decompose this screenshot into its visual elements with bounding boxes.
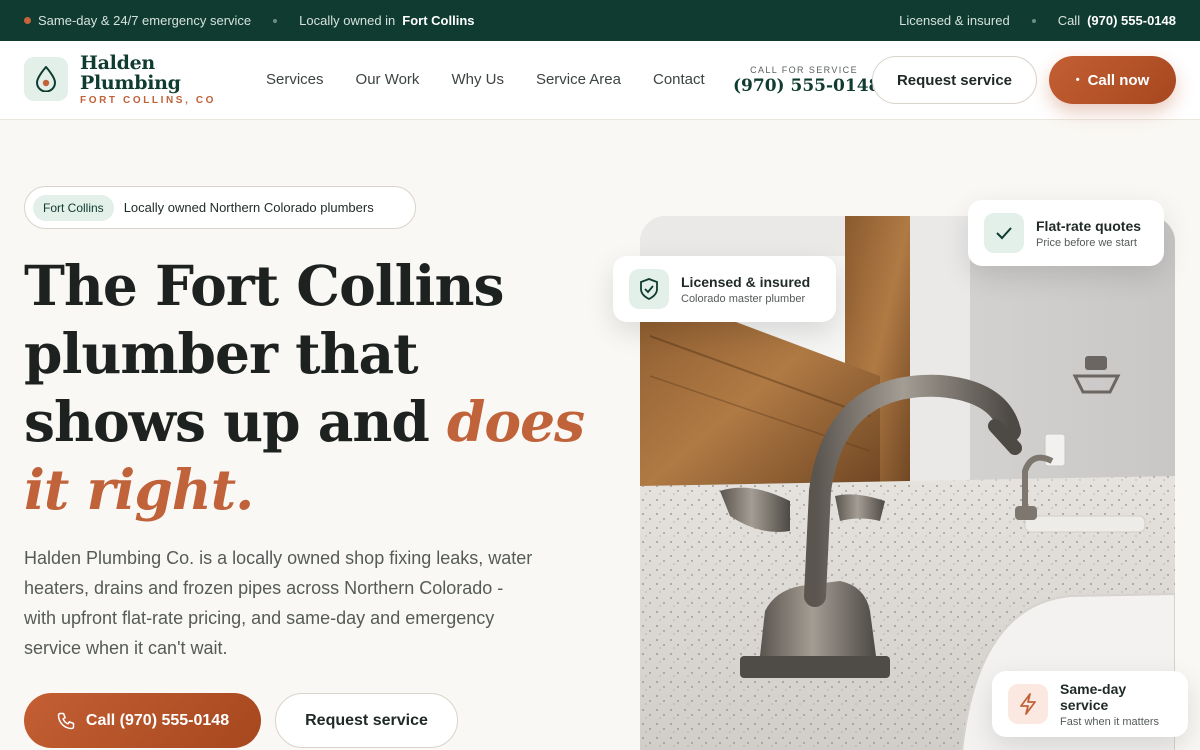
call-prefix: Call <box>1057 13 1081 28</box>
licensed-text: Licensed & insured <box>899 13 1010 28</box>
headline-line-3: shows up and <box>24 389 430 454</box>
flat-rate-card-subtitle: Price before we start <box>1036 236 1137 249</box>
logo-location: FORT COLLINS, CO <box>80 95 217 106</box>
headline-accent-1: does <box>446 389 585 454</box>
flat-rate-card: Flat-rate quotes Price before we start <box>968 200 1164 266</box>
local-prefix: Locally owned in <box>299 13 396 28</box>
emergency-notice: Same-day & 24/7 emergency service <box>24 13 251 28</box>
hero-call-label: Call (970) 555-0148 <box>85 711 230 729</box>
licensed-card-title: Licensed & insured <box>681 273 811 290</box>
nav-contact[interactable]: Contact <box>653 71 705 88</box>
headline-line-1: The Fort Collins <box>24 253 504 318</box>
hero-description: Halden Plumbing Co. is a locally owned s… <box>24 548 533 658</box>
emergency-text: Same-day & 24/7 emergency service <box>38 13 252 28</box>
headline-line-2: plumber that <box>24 321 419 386</box>
top-bar: Same-day & 24/7 emergency service Locall… <box>0 0 1200 41</box>
same-day-card-subtitle: Fast when it matters <box>1060 715 1160 728</box>
location-tag: Fort Collins <box>33 194 114 221</box>
hero-request-button[interactable]: Request service <box>275 693 458 748</box>
flat-rate-card-title: Flat-rate quotes <box>1036 217 1142 234</box>
separator-dot <box>1031 18 1036 23</box>
licensed-card: Licensed & insured Colorado master plumb… <box>613 256 836 322</box>
local-city: Fort Collins <box>402 13 475 28</box>
phone-icon: • <box>1075 74 1080 86</box>
nav-services[interactable]: Services <box>266 71 324 88</box>
call-for-service-label: CALL FOR SERVICE <box>750 65 858 75</box>
call-now-label: Call now <box>1087 71 1150 89</box>
same-day-card: Same-day service Fast when it matters <box>992 671 1188 737</box>
nav-service-area[interactable]: Service Area <box>536 71 621 88</box>
logo-line-2: Plumbing <box>80 72 181 94</box>
call-for-service-number: (970) 555-0148 <box>733 76 881 96</box>
water-drop-icon <box>35 66 57 92</box>
logo-line-1: Halden <box>80 52 155 74</box>
phone-icon <box>57 712 75 729</box>
main-nav: Services Our Work Why Us Service Area Co… <box>266 71 705 88</box>
separator-dot <box>273 18 278 23</box>
call-now-button[interactable]: • Call now <box>1049 56 1176 104</box>
request-service-button[interactable]: Request service <box>872 56 1037 104</box>
location-pill: Fort Collins Locally owned Northern Colo… <box>24 186 416 229</box>
licensed-card-subtitle: Colorado master plumber <box>681 292 806 305</box>
nav-why-us[interactable]: Why Us <box>451 71 504 88</box>
logo-wordmark[interactable]: Halden Plumbing <box>80 53 181 93</box>
check-icon <box>984 213 1024 253</box>
logo-badge[interactable] <box>24 57 68 101</box>
shield-check-icon <box>629 269 669 309</box>
lightning-icon <box>1008 684 1048 724</box>
headline-accent-2: it right. <box>24 457 254 522</box>
same-day-card-title: Same-day service <box>1060 680 1127 713</box>
status-dot-icon <box>24 17 31 24</box>
site-header: Halden Plumbing FORT COLLINS, CO Service… <box>0 41 1200 120</box>
local-notice: Locally owned in Fort Collins <box>299 13 474 28</box>
hero-headline: The Fort Collins plumber that shows up a… <box>24 252 604 524</box>
location-pill-text: Locally owned Northern Colorado plumbers <box>123 200 374 215</box>
hero-call-button[interactable]: Call (970) 555-0148 <box>24 693 261 748</box>
call-for-service[interactable]: CALL FOR SERVICE (970) 555-0148 <box>733 65 881 96</box>
topbar-phone-link[interactable]: Call (970) 555-0148 <box>1058 13 1176 28</box>
nav-our-work[interactable]: Our Work <box>356 71 420 88</box>
topbar-phone-number: (970) 555-0148 <box>1087 13 1176 28</box>
